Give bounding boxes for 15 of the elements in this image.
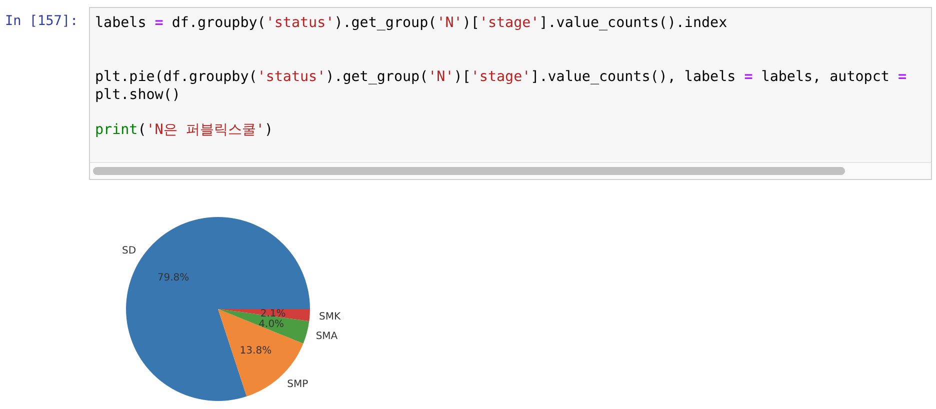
- slice-label: SMK: [318, 312, 341, 323]
- code-line: plt.pie(df.groupby('status').get_group('N')['stage'].value_counts(), labels = labels, autopct =: [95, 68, 908, 86]
- code-line: print('N은 퍼블릭스쿨'): [95, 121, 274, 139]
- slice-label: SD: [122, 246, 136, 257]
- percent-label: 4.0%: [258, 319, 284, 330]
- code-line: plt.show(): [95, 86, 182, 104]
- slice-label: SMP: [287, 378, 308, 390]
- code-line: labels = df.groupby('status').get_group('N')['stage'].value_counts().index: [95, 14, 728, 32]
- code-cell[interactable]: labels = df.groupby('status').get_group('N')['stage'].value_counts().index plt.pie(df.groupby('status').get_group('N')['stage'].value_counts(), labels = labels, autopct = plt.show() print('N은 퍼블릭스쿨'): [89, 7, 932, 180]
- cell-prompt: In [157]:: [5, 12, 80, 31]
- scrollbar-thumb[interactable]: [93, 167, 845, 175]
- slice-label: SMA: [316, 330, 338, 342]
- percent-label: 79.8%: [157, 272, 190, 284]
- percent-label: 2.1%: [260, 308, 286, 320]
- percent-label: 13.8%: [240, 345, 272, 356]
